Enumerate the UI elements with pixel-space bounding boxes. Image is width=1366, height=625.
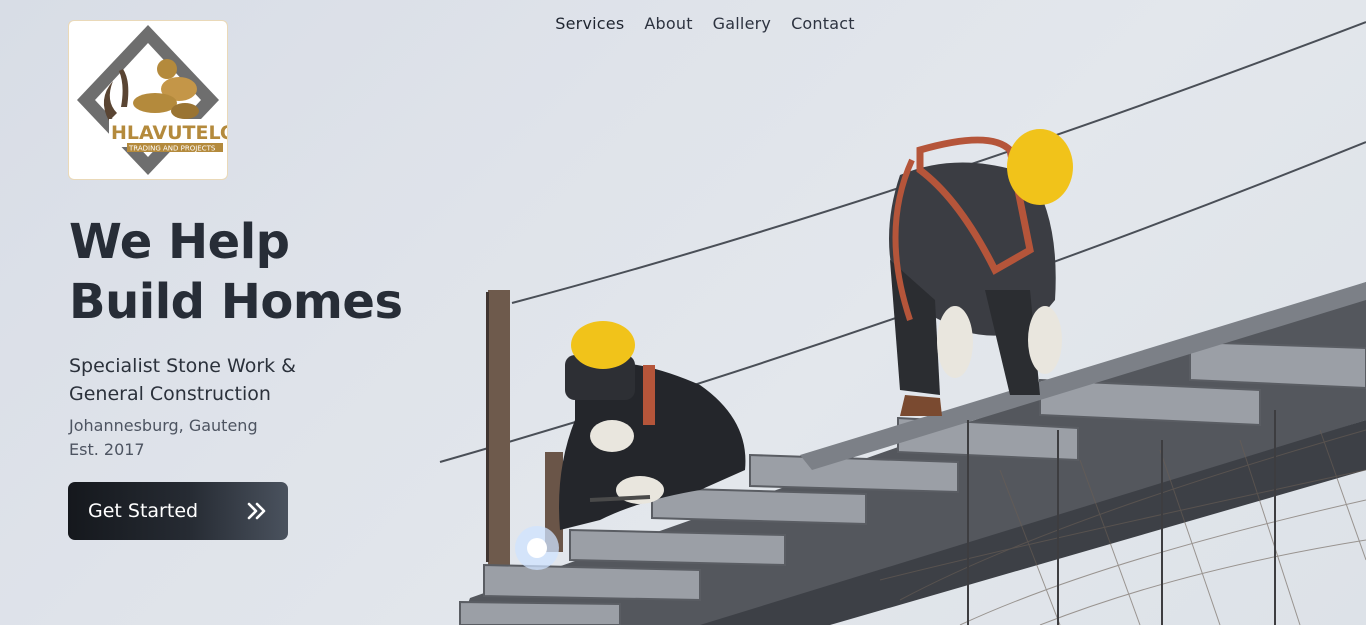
get-started-label: Get Started <box>88 500 199 522</box>
logo-wordmark: HLAVUTELO <box>111 122 227 144</box>
hero-subtitle: Specialist Stone Work & General Construc… <box>69 352 403 408</box>
hero-meta: Johannesburg, Gauteng Est. 2017 <box>69 414 403 462</box>
subtitle-line-2: General Construction <box>69 383 271 405</box>
double-chevron-right-icon <box>246 502 268 520</box>
subtitle-line-1: Specialist Stone Work & <box>69 355 296 377</box>
nav-link-contact[interactable]: Contact <box>791 14 855 33</box>
nav-link-gallery[interactable]: Gallery <box>713 14 771 33</box>
logo-emblem-icon: HLAVUTELO TRADING AND PROJECTS <box>77 25 227 175</box>
nav-link-services[interactable]: Services <box>555 14 624 33</box>
hero-content: We Help Build Homes Specialist Stone Wor… <box>69 212 403 462</box>
headline-line-2: Build Homes <box>69 274 403 330</box>
established-text: Est. 2017 <box>69 440 145 459</box>
hero-headline: We Help Build Homes <box>69 212 403 332</box>
logo-tagline: TRADING AND PROJECTS <box>128 145 216 153</box>
get-started-button[interactable]: Get Started <box>68 482 288 540</box>
headline-line-1: We Help <box>69 214 290 270</box>
brand-logo[interactable]: HLAVUTELO TRADING AND PROJECTS <box>68 20 228 180</box>
location-text: Johannesburg, Gauteng <box>69 416 258 435</box>
nav-link-about[interactable]: About <box>644 14 692 33</box>
